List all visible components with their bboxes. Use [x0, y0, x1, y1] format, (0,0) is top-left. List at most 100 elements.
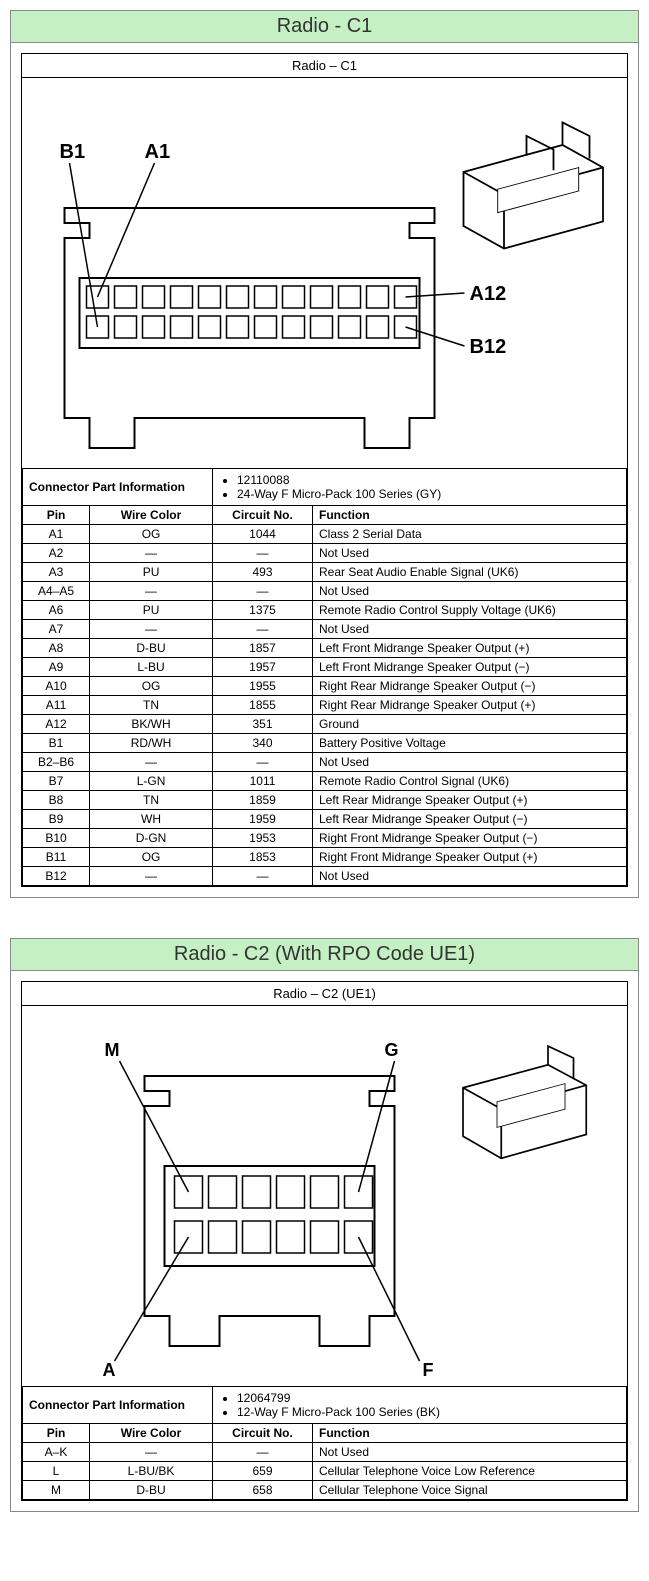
c2-cpi-item: 12-Way F Micro-Pack 100 Series (BK) — [237, 1405, 620, 1419]
cell-wire: PU — [90, 601, 213, 620]
cell-circuit: 1859 — [213, 791, 313, 810]
cell-func: Ground — [313, 715, 627, 734]
cell-wire: — — [90, 753, 213, 772]
col-pin: Pin — [23, 1424, 90, 1443]
cell-circuit: — — [213, 620, 313, 639]
table-row: A3PU493Rear Seat Audio Enable Signal (UK… — [23, 563, 627, 582]
cell-circuit: 658 — [213, 1481, 313, 1500]
cell-circuit: 351 — [213, 715, 313, 734]
table-row: B8TN1859Left Rear Midrange Speaker Outpu… — [23, 791, 627, 810]
cell-circuit: 1857 — [213, 639, 313, 658]
cell-wire: OG — [90, 848, 213, 867]
table-row: A7——Not Used — [23, 620, 627, 639]
cell-pin: A10 — [23, 677, 90, 696]
cell-func: Left Rear Midrange Speaker Output (+) — [313, 791, 627, 810]
table-row: LL-BU/BK659Cellular Telephone Voice Low … — [23, 1462, 627, 1481]
cell-wire: RD/WH — [90, 734, 213, 753]
col-wire: Wire Color — [90, 506, 213, 525]
cell-wire: L-GN — [90, 772, 213, 791]
c1-cpi-list: 12110088 24-Way F Micro-Pack 100 Series … — [237, 473, 620, 501]
cell-func: Remote Radio Control Signal (UK6) — [313, 772, 627, 791]
c2-table: Connector Part Information 12064799 12-W… — [22, 1386, 627, 1500]
cell-func: Rear Seat Audio Enable Signal (UK6) — [313, 563, 627, 582]
cell-circuit: 1375 — [213, 601, 313, 620]
cell-circuit: 1855 — [213, 696, 313, 715]
c1-label-b12: B12 — [470, 336, 507, 358]
cell-wire: — — [90, 620, 213, 639]
cell-circuit: 1953 — [213, 829, 313, 848]
cell-pin: A1 — [23, 525, 90, 544]
cell-pin: B1 — [23, 734, 90, 753]
cell-circuit: 1955 — [213, 677, 313, 696]
c1-diagram-title: Radio – C1 — [22, 54, 627, 78]
cell-wire: — — [90, 544, 213, 563]
cell-pin: A3 — [23, 563, 90, 582]
cell-wire: — — [90, 867, 213, 886]
cell-func: Class 2 Serial Data — [313, 525, 627, 544]
cell-circuit: 340 — [213, 734, 313, 753]
cell-func: Not Used — [313, 544, 627, 563]
cell-func: Not Used — [313, 620, 627, 639]
cell-pin: A2 — [23, 544, 90, 563]
cell-pin: A6 — [23, 601, 90, 620]
c2-label-m: M — [105, 1040, 120, 1060]
table-row: B12——Not Used — [23, 867, 627, 886]
c2-diagram: M G A F — [22, 1006, 627, 1386]
cell-func: Cellular Telephone Voice Signal — [313, 1481, 627, 1500]
c2-header: Radio - C2 (With RPO Code UE1) — [11, 939, 638, 971]
cell-func: Left Rear Midrange Speaker Output (−) — [313, 810, 627, 829]
cell-circuit: 1044 — [213, 525, 313, 544]
table-row: A10OG1955Right Rear Midrange Speaker Out… — [23, 677, 627, 696]
cell-func: Not Used — [313, 753, 627, 772]
cell-pin: B8 — [23, 791, 90, 810]
cell-wire: WH — [90, 810, 213, 829]
cell-pin: A4–A5 — [23, 582, 90, 601]
cell-circuit: 1853 — [213, 848, 313, 867]
cell-func: Right Front Midrange Speaker Output (−) — [313, 829, 627, 848]
cell-func: Not Used — [313, 1443, 627, 1462]
cell-wire: L-BU/BK — [90, 1462, 213, 1481]
cell-wire: TN — [90, 696, 213, 715]
cell-pin: B2–B6 — [23, 753, 90, 772]
connector-c1-panel: Radio - C1 Radio – C1 — [10, 10, 639, 898]
col-pin: Pin — [23, 506, 90, 525]
table-row: B1RD/WH340Battery Positive Voltage — [23, 734, 627, 753]
cell-pin: M — [23, 1481, 90, 1500]
cell-func: Right Rear Midrange Speaker Output (−) — [313, 677, 627, 696]
cell-pin: B7 — [23, 772, 90, 791]
cell-circuit: — — [213, 544, 313, 563]
table-row: A1OG1044Class 2 Serial Data — [23, 525, 627, 544]
c1-diagram-box: Radio – C1 — [21, 53, 628, 887]
cell-circuit: — — [213, 1443, 313, 1462]
cell-pin: L — [23, 1462, 90, 1481]
c2-cpi-item: 12064799 — [237, 1391, 620, 1405]
col-circuit: Circuit No. — [213, 506, 313, 525]
c2-cpi-label: Connector Part Information — [23, 1387, 213, 1424]
cell-pin: B11 — [23, 848, 90, 867]
table-row: A–K——Not Used — [23, 1443, 627, 1462]
col-func: Function — [313, 506, 627, 525]
cell-pin: B12 — [23, 867, 90, 886]
cell-wire: OG — [90, 525, 213, 544]
cell-pin: B10 — [23, 829, 90, 848]
cell-func: Left Front Midrange Speaker Output (+) — [313, 639, 627, 658]
cell-func: Remote Radio Control Supply Voltage (UK6… — [313, 601, 627, 620]
cell-circuit: — — [213, 867, 313, 886]
c1-cpi-item: 12110088 — [237, 473, 620, 487]
c1-diagram: B1 A1 A12 B12 — [22, 78, 627, 468]
table-row: MD-BU658Cellular Telephone Voice Signal — [23, 1481, 627, 1500]
cell-circuit: 493 — [213, 563, 313, 582]
cell-circuit: 1959 — [213, 810, 313, 829]
connector-c2-panel: Radio - C2 (With RPO Code UE1) Radio – C… — [10, 938, 639, 1512]
cell-func: Battery Positive Voltage — [313, 734, 627, 753]
col-wire: Wire Color — [90, 1424, 213, 1443]
table-row: A11TN1855Right Rear Midrange Speaker Out… — [23, 696, 627, 715]
cell-pin: A12 — [23, 715, 90, 734]
c1-cpi-item: 24-Way F Micro-Pack 100 Series (GY) — [237, 487, 620, 501]
cell-circuit: 1957 — [213, 658, 313, 677]
c2-label-a: A — [103, 1360, 116, 1380]
cell-func: Right Front Midrange Speaker Output (+) — [313, 848, 627, 867]
cell-func: Not Used — [313, 867, 627, 886]
table-row: B9WH1959Left Rear Midrange Speaker Outpu… — [23, 810, 627, 829]
table-row: B2–B6——Not Used — [23, 753, 627, 772]
